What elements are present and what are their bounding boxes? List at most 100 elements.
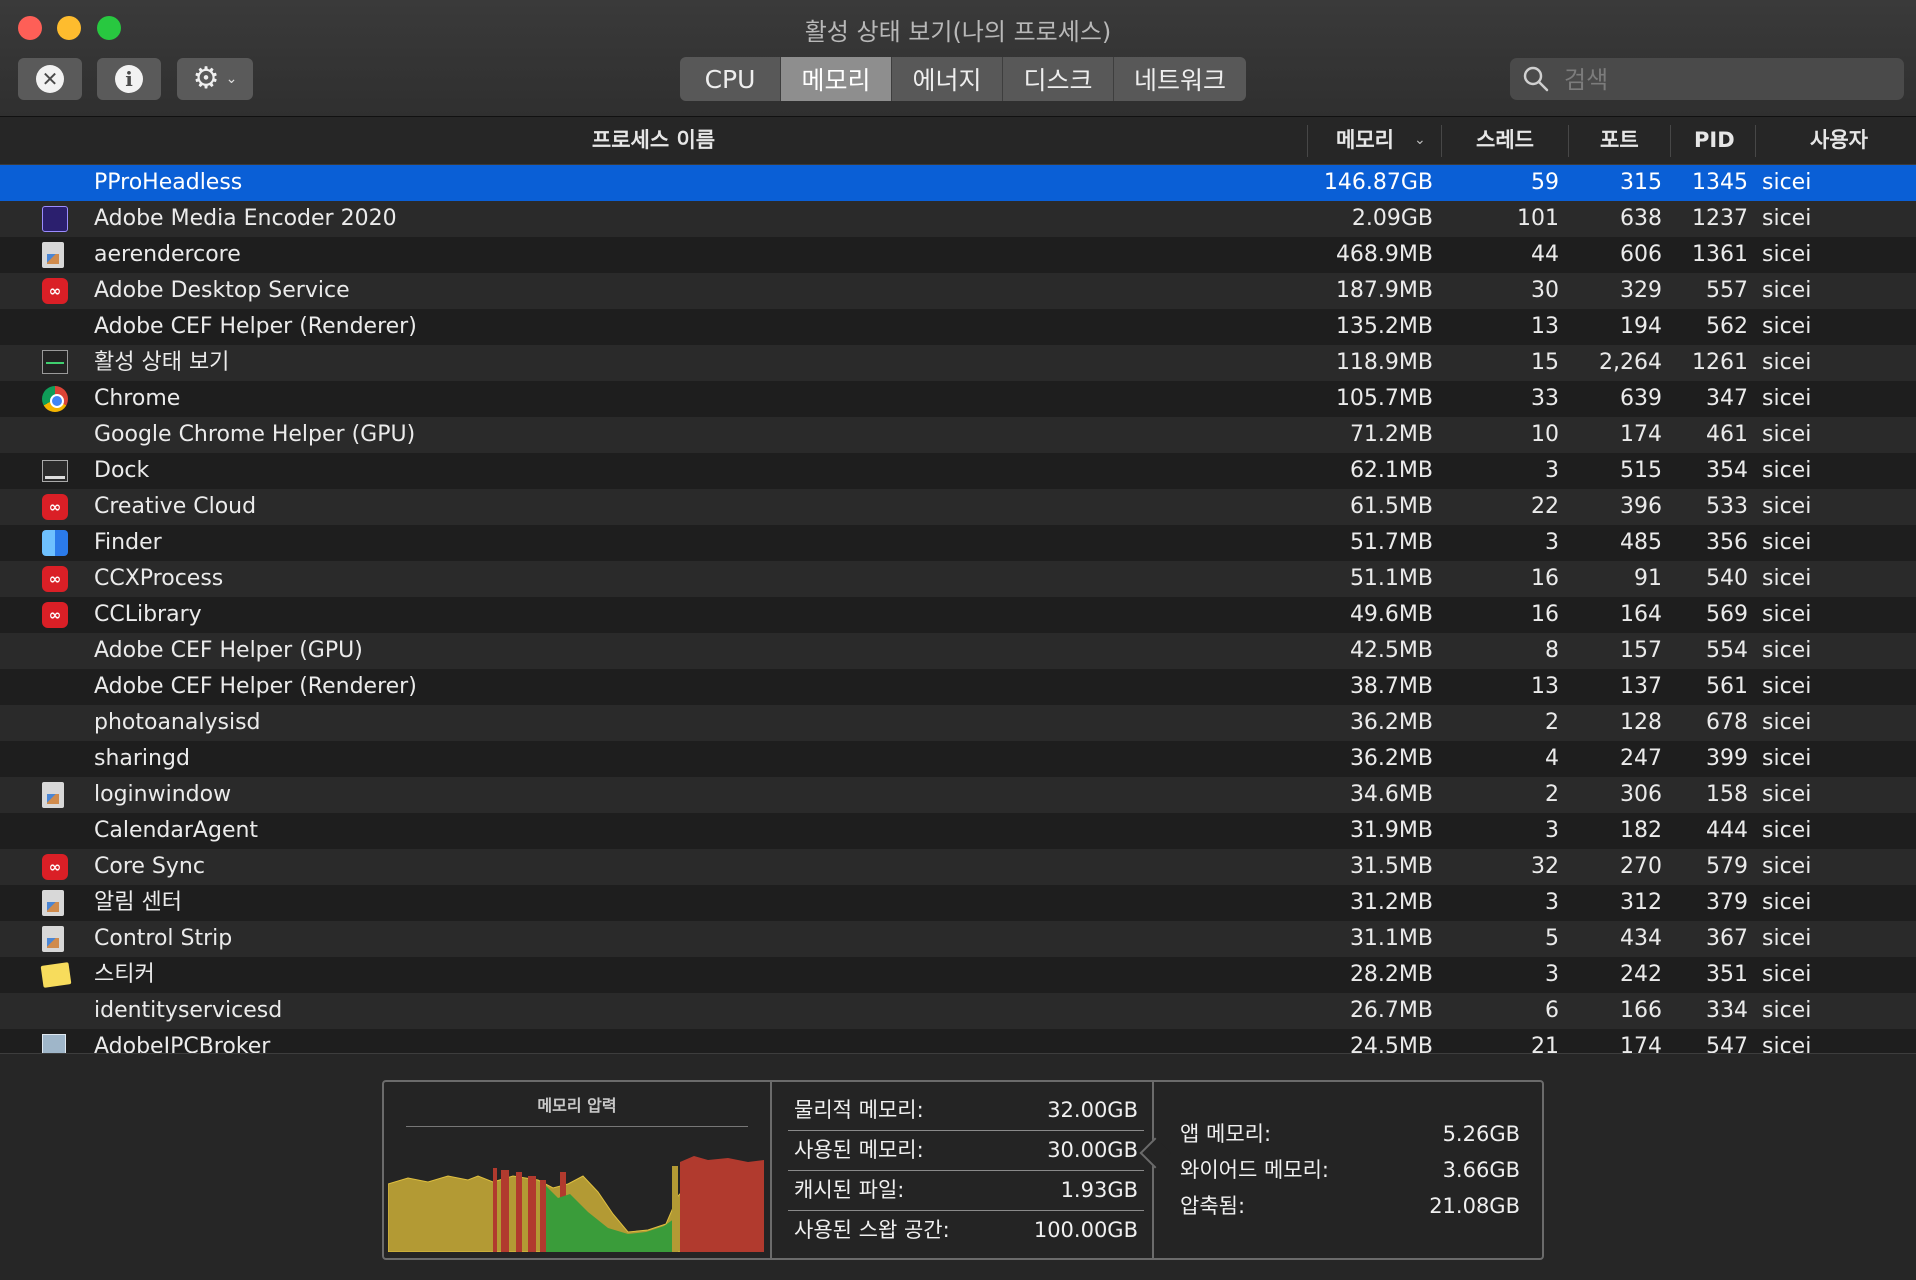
process-threads: 2 [1545,710,1559,735]
table-row[interactable]: aerendercore 468.9MB 44 606 1361 sicei [0,237,1916,273]
process-icon-cell: ∞ [42,602,70,628]
search-input[interactable] [1562,62,1886,98]
process-pid: 334 [1706,998,1748,1023]
process-pid: 461 [1706,422,1748,447]
table-row[interactable]: Adobe Media Encoder 2020 2.09GB 101 638 1237… [0,201,1916,237]
process-threads: 4 [1545,746,1559,771]
table-row[interactable]: loginwindow 34.6MB 2 306 158 sicei [0,777,1916,813]
table-row[interactable]: Adobe CEF Helper (Renderer) 38.7MB 13 137 56… [0,669,1916,705]
table-row[interactable]: Chrome 105.7MB 33 639 347 sicei [0,381,1916,417]
tab-memory[interactable]: 메모리 [781,57,892,101]
process-threads: 8 [1545,638,1559,663]
process-icon-cell [42,710,70,736]
tab-disk[interactable]: 디스크 [1003,57,1114,101]
process-icon-cell [42,206,70,232]
process-pid: 579 [1706,854,1748,879]
table-row[interactable]: 스티커 28.2MB 3 242 351 sicei [0,957,1916,993]
process-ports: 242 [1620,962,1662,987]
process-threads: 101 [1517,206,1559,231]
column-header-name[interactable]: 프로세스 이름 [0,117,1307,164]
process-user: sicei [1762,314,1812,339]
process-ports: 638 [1620,206,1662,231]
process-user: sicei [1762,998,1812,1023]
process-name: Adobe CEF Helper (Renderer) [94,314,417,339]
table-row[interactable]: Finder 51.7MB 3 485 356 sicei [0,525,1916,561]
activity-monitor-window: 활성 상태 보기(나의 프로세스) ✕ i ⚙ ⌄ CPU 메모리 에너지 디스… [0,0,1916,1280]
process-ports: 247 [1620,746,1662,771]
column-header-user[interactable]: 사용자 [1810,117,1868,164]
process-ports: 194 [1620,314,1662,339]
stickies-icon [40,962,72,988]
table-row[interactable]: ∞ Creative Cloud 61.5MB 22 396 533 sicei [0,489,1916,525]
process-name: identityservicesd [94,998,283,1023]
process-memory: 468.9MB [1335,242,1433,267]
process-threads: 30 [1531,278,1559,303]
column-divider[interactable] [1568,125,1569,157]
column-divider[interactable] [1755,125,1756,157]
process-threads: 3 [1545,530,1559,555]
process-user: sicei [1762,566,1812,591]
process-pid: 351 [1706,962,1748,987]
stat-value: 100.00GB [1033,1218,1138,1242]
inspect-process-button[interactable]: i [97,58,161,100]
process-pid: 562 [1706,314,1748,339]
table-row[interactable]: 알림 센터 31.2MB 3 312 379 sicei [0,885,1916,921]
process-user: sicei [1762,782,1812,807]
action-menu-button[interactable]: ⚙ ⌄ [177,58,253,100]
table-row[interactable]: 활성 상태 보기 118.9MB 15 2,264 1261 sicei [0,345,1916,381]
process-ports: 396 [1620,494,1662,519]
search-field[interactable] [1510,58,1904,100]
process-user: sicei [1762,854,1812,879]
process-user: sicei [1762,350,1812,375]
column-header-memory[interactable]: 메모리 [1336,117,1394,164]
table-row[interactable]: Dock 62.1MB 3 515 354 sicei [0,453,1916,489]
table-row[interactable]: ∞ CCXProcess 51.1MB 16 91 540 sicei [0,561,1916,597]
generic-app-icon [42,242,64,268]
physical-memory-stats: 물리적 메모리: 32.00GB 사용된 메모리: 30.00GB 캐시된 파일… [772,1082,1154,1258]
process-memory: 38.7MB [1349,674,1433,699]
tab-energy[interactable]: 에너지 [892,57,1003,101]
process-icon-cell [42,386,70,412]
table-row[interactable]: Adobe CEF Helper (GPU) 42.5MB 8 157 554 sicei [0,633,1916,669]
stat-value: 21.08GB [1429,1194,1520,1218]
table-row[interactable]: ∞ Core Sync 31.5MB 32 270 579 sicei [0,849,1916,885]
table-row[interactable]: photoanalysisd 36.2MB 2 128 678 sicei [0,705,1916,741]
tab-network[interactable]: 네트워크 [1114,57,1246,101]
stat-value: 30.00GB [1047,1138,1138,1162]
process-ports: 515 [1620,458,1662,483]
tab-cpu[interactable]: CPU [680,57,781,101]
table-row[interactable]: identityservicesd 26.7MB 6 166 334 sicei [0,993,1916,1029]
process-memory: 28.2MB [1349,962,1433,987]
process-icon-cell [42,242,70,268]
stat-value: 5.26GB [1442,1122,1520,1146]
table-row[interactable]: Adobe CEF Helper (Renderer) 135.2MB 13 194 5… [0,309,1916,345]
column-divider[interactable] [1441,125,1442,157]
table-row[interactable]: sharingd 36.2MB 4 247 399 sicei [0,741,1916,777]
table-row[interactable]: ∞ CCLibrary 49.6MB 16 164 569 sicei [0,597,1916,633]
process-icon-cell [42,350,70,376]
stat-value: 3.66GB [1442,1158,1520,1182]
process-threads: 3 [1545,458,1559,483]
process-user: sicei [1762,674,1812,699]
table-row[interactable]: PProHeadless 146.87GB 59 315 1345 sicei [0,165,1916,201]
stop-process-button[interactable]: ✕ [18,58,82,100]
table-header: 프로세스 이름 메모리 ⌄ 스레드 포트 PID 사용자 [0,117,1916,165]
table-row[interactable]: CalendarAgent 31.9MB 3 182 444 sicei [0,813,1916,849]
stat-label: 압축됨: [1180,1194,1246,1218]
memory-summary-area: 메모리 압력 물리적 메모리: 32.00GB 사용된 메모리: 30.00GB… [0,1053,1916,1280]
process-threads: 32 [1531,854,1559,879]
table-row[interactable]: AdobeIPCBroker 24.5MB 21 174 547 sicei [0,1029,1916,1053]
process-memory: 135.2MB [1335,314,1433,339]
column-divider[interactable] [1670,125,1671,157]
table-row[interactable]: ∞ Adobe Desktop Service 187.9MB 30 329 557 sic… [0,273,1916,309]
process-pid: 678 [1706,710,1748,735]
column-header-ports[interactable]: 포트 [1600,117,1639,164]
sort-descending-icon: ⌄ [1414,132,1426,148]
table-row[interactable]: Control Strip 31.1MB 5 434 367 sicei [0,921,1916,957]
info-circle-icon: i [115,65,143,93]
column-divider[interactable] [1307,125,1308,157]
table-row[interactable]: Google Chrome Helper (GPU) 71.2MB 10 174 461… [0,417,1916,453]
column-header-pid[interactable]: PID [1694,117,1735,164]
process-icon-cell [42,314,70,340]
column-header-threads[interactable]: 스레드 [1476,117,1534,164]
